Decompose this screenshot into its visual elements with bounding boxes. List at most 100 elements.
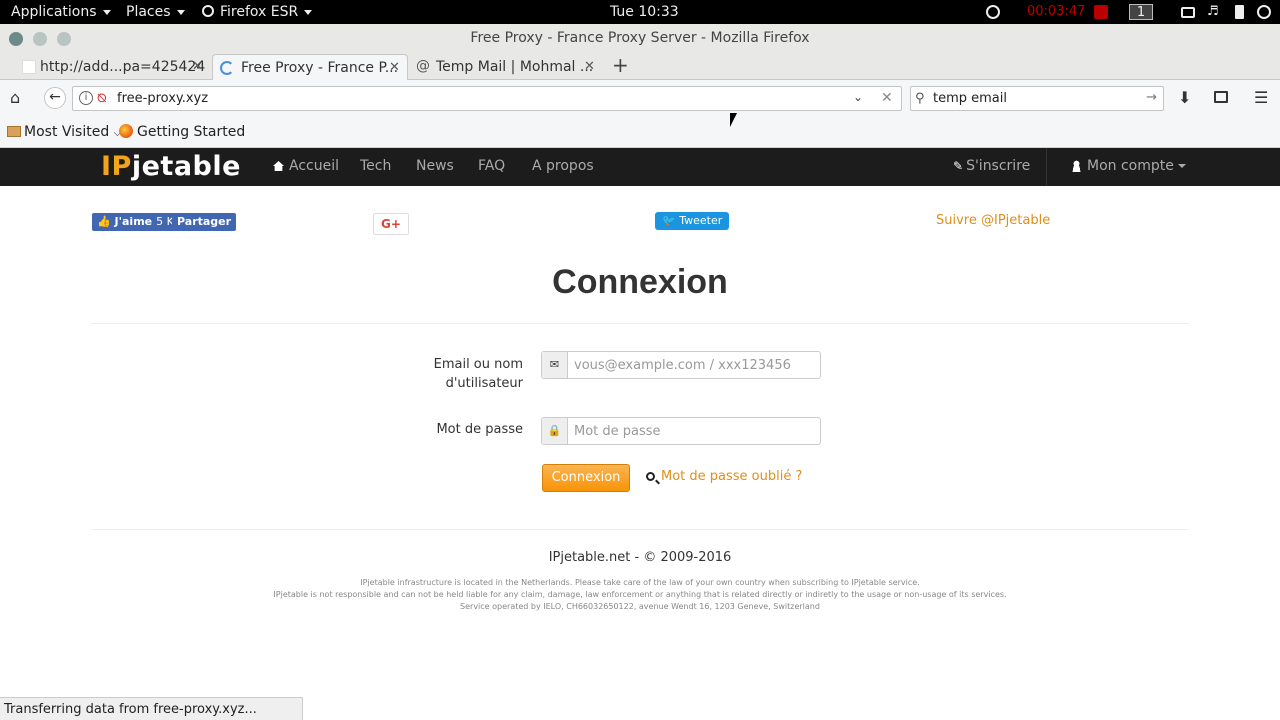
page-icon — [22, 60, 36, 74]
display-icon[interactable] — [1181, 7, 1195, 18]
bookmarks-toolbar: Most Visited ⌵ Getting Started — [0, 116, 1280, 148]
email-input[interactable] — [569, 352, 819, 378]
nav-tech[interactable]: Tech — [360, 158, 391, 174]
facebook-like-button[interactable]: 👍 J'aime 5 K — [92, 213, 179, 231]
tab-label: http://add...pa=425424 — [40, 59, 206, 75]
lock-icon: 🔒 — [542, 418, 568, 444]
close-icon[interactable]: ✕ — [389, 60, 400, 75]
os-top-bar: Applications Places Firefox ESR Tue 10:3… — [0, 0, 1280, 24]
forgot-password-link[interactable]: Mot de passe oublié ? — [646, 469, 802, 484]
bookmark-most-visited[interactable]: Most Visited ⌵ — [7, 124, 121, 140]
tab-free-proxy[interactable]: Free Proxy - France P... ✕ — [212, 54, 408, 80]
stop-loading-icon[interactable]: ✕ — [881, 90, 893, 106]
tab-add[interactable]: http://add...pa=425424 ✕ — [18, 54, 208, 80]
loading-spinner-icon — [220, 61, 234, 75]
folder-icon — [7, 126, 21, 137]
password-field[interactable]: 🔒 — [541, 417, 821, 445]
logo-rest: jetable — [131, 151, 241, 182]
user-icon — [1071, 160, 1082, 172]
site-navbar: IPjetable Accueil Tech News FAQ A propos… — [0, 148, 1280, 186]
search-icon — [646, 472, 655, 481]
arrow-right-icon[interactable]: → — [1146, 90, 1157, 105]
clock[interactable]: Tue 10:33 — [610, 4, 679, 20]
email-label: Email ou nom d'utilisateur — [400, 355, 523, 393]
bookmark-label: Most Visited — [24, 124, 110, 140]
close-icon[interactable]: ✕ — [192, 59, 203, 74]
firefox-app-menu[interactable]: Firefox ESR — [202, 4, 313, 20]
thumbs-up-icon: 👍 — [97, 215, 111, 228]
mouse-cursor — [730, 113, 737, 127]
close-icon[interactable]: ✕ — [584, 59, 595, 74]
window-title: Free Proxy - France Proxy Server - Mozil… — [470, 30, 810, 46]
chevron-down-icon — [102, 9, 111, 15]
account-menu[interactable]: Mon compte — [1071, 158, 1186, 174]
nav-divider — [1046, 148, 1047, 186]
envelope-icon: ✉ — [542, 352, 568, 378]
record-stop-icon[interactable] — [1094, 5, 1108, 19]
recording-timer: 00:03:47 — [1027, 4, 1086, 19]
bookmark-getting-started[interactable]: Getting Started — [119, 124, 245, 140]
chevron-down-icon[interactable]: ⌄ — [853, 90, 863, 104]
search-input[interactable]: temp email — [933, 91, 1007, 106]
at-sign-icon: @ — [416, 58, 430, 74]
insecure-lock-icon[interactable]: ⦰ — [97, 91, 107, 106]
twitter-bird-icon: 🐦 — [662, 214, 676, 227]
follow-link[interactable]: Suivre @IPjetable — [936, 213, 1050, 228]
footer-legal-line: IPjetable is not responsible and can not… — [273, 590, 1007, 599]
power-icon[interactable] — [1257, 5, 1271, 19]
url-bar[interactable]: i ⦰ free-proxy.xyz ⌄ ✕ — [72, 86, 902, 111]
facebook-share-button[interactable]: Partager — [172, 213, 237, 231]
nav-news[interactable]: News — [416, 158, 454, 174]
page-title: Connexion — [552, 263, 728, 301]
volume-icon[interactable]: ♬ — [1207, 5, 1221, 19]
bookmark-label: Getting Started — [137, 124, 246, 140]
footer-legal-line: IPjetable infrastructure is located in t… — [360, 578, 920, 587]
battery-icon[interactable] — [1235, 5, 1244, 19]
password-label: Mot de passe — [436, 422, 523, 437]
places-label: Places — [126, 4, 171, 20]
applications-label: Applications — [11, 4, 97, 20]
pencil-icon: ✎ — [953, 159, 964, 173]
login-button[interactable]: Connexion — [542, 464, 630, 492]
password-input[interactable] — [569, 418, 819, 444]
divider — [91, 323, 1189, 324]
menu-icon[interactable]: ☰ — [1254, 89, 1268, 107]
navigation-toolbar: ⌂ ← i ⦰ free-proxy.xyz ⌄ ✕ ⚲ temp email … — [0, 80, 1280, 116]
tab-temp-mail[interactable]: @ Temp Mail | Mohmal ... ✕ — [412, 54, 604, 80]
chevron-down-icon — [1177, 164, 1186, 168]
divider — [91, 529, 1189, 530]
signup-label: S'inscrire — [966, 158, 1031, 174]
tweet-button[interactable]: 🐦 Tweeter — [655, 212, 730, 230]
url-text[interactable]: free-proxy.xyz — [117, 91, 208, 106]
nav-accueil[interactable]: Accueil — [273, 158, 339, 174]
workspace-indicator[interactable]: 1 — [1129, 4, 1153, 20]
nav-faq[interactable]: FAQ — [478, 158, 505, 174]
home-icon[interactable]: ⌂ — [10, 89, 20, 107]
tweet-label: Tweeter — [679, 214, 723, 227]
tab-label: Temp Mail | Mohmal ... — [436, 59, 594, 75]
footer-legal-line: Service operated by IELO, CH66032650122,… — [460, 602, 820, 611]
firefox-icon — [202, 5, 214, 17]
back-button[interactable]: ← — [44, 87, 66, 109]
recorder-icon[interactable] — [986, 5, 1000, 19]
logo-ip: IP — [101, 151, 132, 182]
email-label-line-1: Email ou nom — [433, 357, 523, 372]
search-icon: ⚲ — [915, 91, 925, 106]
nav-a-propos[interactable]: A propos — [532, 158, 594, 174]
search-bar[interactable]: ⚲ temp email → — [910, 86, 1164, 111]
tab-strip: http://add...pa=425424 ✕ Free Proxy - Fr… — [0, 52, 1280, 80]
email-field[interactable]: ✉ — [541, 351, 821, 379]
places-menu[interactable]: Places — [126, 4, 185, 20]
signup-link[interactable]: ✎ S'inscrire — [953, 158, 1030, 174]
site-logo[interactable]: IPjetable — [101, 151, 241, 182]
info-icon[interactable]: i — [79, 91, 93, 105]
download-icon[interactable]: ⬇ — [1178, 89, 1191, 107]
applications-menu[interactable]: Applications — [11, 4, 111, 20]
fb-like-label: J'aime — [114, 215, 153, 228]
sidebar-icon[interactable] — [1214, 91, 1228, 103]
status-bar: Transferring data from free-proxy.xyz... — [0, 697, 303, 720]
footer-copyright: IPjetable.net - © 2009-2016 — [548, 550, 732, 565]
new-tab-button[interactable]: + — [612, 54, 629, 76]
forgot-password-label: Mot de passe oublié ? — [661, 469, 803, 484]
google-plus-button[interactable]: G+ — [373, 213, 409, 235]
